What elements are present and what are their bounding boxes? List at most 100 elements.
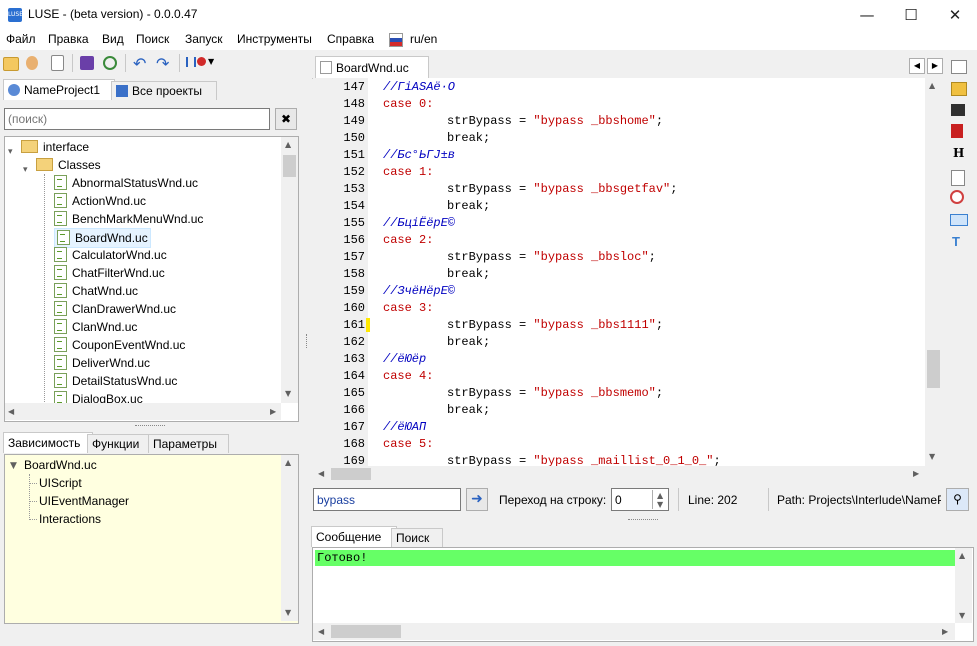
horizontal-splitter[interactable] xyxy=(135,425,165,428)
menu-edit[interactable]: Правка xyxy=(48,32,89,46)
clear-filter-icon[interactable]: ✖ xyxy=(275,108,297,130)
vertical-splitter[interactable] xyxy=(306,334,309,348)
search-input[interactable] xyxy=(4,108,270,130)
tree-file[interactable]: ClanDrawerWnd.uc xyxy=(54,300,176,318)
tab-nameproject1[interactable]: NameProject1 xyxy=(3,79,115,100)
find-next-arrow-icon[interactable]: ➜ xyxy=(466,488,488,511)
expand-icon[interactable]: ▾ xyxy=(8,143,13,161)
lightbulb-icon[interactable] xyxy=(26,56,38,70)
menu-help[interactable]: Справка xyxy=(327,32,374,46)
tree-file[interactable]: DeliverWnd.uc xyxy=(54,354,150,372)
tree-file[interactable]: ActionWnd.uc xyxy=(54,192,146,210)
menu-view[interactable]: Вид xyxy=(102,32,124,46)
search-doc-icon[interactable] xyxy=(951,170,965,186)
code-line: case 5: xyxy=(383,437,433,451)
tab-search-results[interactable]: Поиск xyxy=(391,528,443,547)
heading-icon[interactable]: H xyxy=(953,146,964,160)
line-number: 161 xyxy=(343,318,365,332)
deps-vscrollbar[interactable]: ▲ ▼ xyxy=(281,455,298,621)
expand-icon[interactable]: ▼ xyxy=(10,461,17,471)
chevron-down-icon[interactable]: ▼ xyxy=(208,57,214,66)
code-token: ; xyxy=(655,318,664,332)
code-line: //ёЮАП xyxy=(383,420,426,434)
dependency-item[interactable]: Interactions xyxy=(39,510,101,528)
code-editor[interactable]: 147 //ГіАЅАё·О 148 case 0: 149 strBypass = "b… xyxy=(313,78,941,466)
close-button[interactable]: ✕ xyxy=(933,0,977,30)
code-token: case xyxy=(383,437,420,451)
tree-hscrollbar[interactable]: ◀ ▶ xyxy=(5,403,281,420)
code-line: case 0: xyxy=(383,97,433,111)
record-icon[interactable] xyxy=(197,57,206,66)
dependency-root[interactable]: BoardWnd.uc xyxy=(24,456,97,474)
tab-boardwnd[interactable]: BoardWnd.uc xyxy=(315,56,429,79)
menu-run[interactable]: Запуск xyxy=(185,32,223,46)
dependency-item[interactable]: UIEventManager xyxy=(39,492,129,510)
folder-tool-icon[interactable] xyxy=(951,82,967,96)
pdf-icon[interactable] xyxy=(951,124,963,138)
scroll-thumb[interactable] xyxy=(331,468,371,480)
open-folder-icon[interactable] xyxy=(3,57,19,71)
redo-icon[interactable]: ↷ xyxy=(156,54,169,73)
menu-search[interactable]: Поиск xyxy=(136,32,169,46)
clock-icon[interactable] xyxy=(950,190,964,204)
scroll-thumb[interactable] xyxy=(283,155,296,177)
undo-icon[interactable]: ↶ xyxy=(133,54,146,73)
tab-functions[interactable]: Функции xyxy=(87,434,154,453)
dependency-item[interactable]: UIScript xyxy=(39,474,82,492)
horizontal-splitter[interactable] xyxy=(628,519,658,522)
text-icon[interactable]: T xyxy=(952,234,960,249)
language-flag-icon[interactable] xyxy=(389,33,403,47)
menu-file[interactable]: Файл xyxy=(6,32,36,46)
tree-vscrollbar[interactable]: ▲ ▼ xyxy=(281,137,298,403)
tab-messages[interactable]: Сообщение xyxy=(311,526,397,547)
message-hscrollbar[interactable]: ◀ ▶ xyxy=(313,623,955,640)
tree-file[interactable]: BoardWnd.uc xyxy=(54,228,151,248)
find-input[interactable] xyxy=(313,488,461,511)
window-icon[interactable] xyxy=(950,214,968,226)
expand-icon[interactable]: ▾ xyxy=(23,161,28,179)
tab-label: Функции xyxy=(92,437,140,451)
tree-label: ChatWnd.uc xyxy=(72,284,139,298)
tab-dependency[interactable]: Зависимость xyxy=(3,432,93,453)
code-line: strBypass = "bypass _bbsloc"; xyxy=(447,250,656,264)
pause-icon[interactable] xyxy=(186,57,196,67)
code-token: strBypass = xyxy=(447,454,534,466)
minimize-button[interactable]: — xyxy=(845,0,889,30)
code-vscrollbar[interactable]: ▲ ▼ xyxy=(925,78,942,466)
list-icon[interactable] xyxy=(951,60,967,74)
new-file-icon[interactable] xyxy=(51,55,64,71)
folder-icon xyxy=(36,158,53,171)
message-vscrollbar[interactable]: ▲ ▼ xyxy=(955,548,972,623)
tab-scroll-left-button[interactable]: ◀ xyxy=(909,58,925,74)
line-number: 151 xyxy=(343,148,365,162)
tree-file[interactable]: ChatWnd.uc xyxy=(54,282,138,300)
code-token: //ёЮАП xyxy=(383,420,427,434)
tree-label: BenchMarkMenuWnd.uc xyxy=(72,212,204,226)
tree-file[interactable]: CouponEventWnd.uc xyxy=(54,336,185,354)
code-token: //ГіАЅАё·О xyxy=(383,80,456,94)
tab-parameters[interactable]: Параметры xyxy=(148,434,229,453)
scroll-thumb[interactable] xyxy=(927,350,940,388)
menu-language[interactable]: ru/en xyxy=(410,32,437,46)
code-token: ; xyxy=(483,131,491,145)
tree-folder[interactable]: ▾ Classes xyxy=(23,156,101,175)
scroll-thumb[interactable] xyxy=(331,625,401,638)
tree-file[interactable]: ClanWnd.uc xyxy=(54,318,137,336)
find-icon[interactable] xyxy=(103,56,117,70)
menu-tools[interactable]: Инструменты xyxy=(237,32,312,46)
console-icon[interactable] xyxy=(951,104,965,116)
maximize-button[interactable]: ☐ xyxy=(889,0,933,30)
tab-all-projects[interactable]: Все проекты xyxy=(111,81,217,100)
save-icon[interactable] xyxy=(80,56,94,70)
tree-folder[interactable]: ▾ interface xyxy=(8,138,89,157)
tab-scroll-right-button[interactable]: ▶ xyxy=(927,58,943,74)
tree-file[interactable]: ChatFilterWnd.uc xyxy=(54,264,165,282)
line-number: 167 xyxy=(343,420,365,434)
tree-file[interactable]: AbnormalStatusWnd.uc xyxy=(54,174,198,192)
help-search-icon[interactable]: ⚲ xyxy=(946,488,969,511)
goto-line-spinner[interactable]: ▲ ▼ xyxy=(652,490,668,509)
tree-file[interactable]: DetailStatusWnd.uc xyxy=(54,372,177,390)
tree-file[interactable]: CalculatorWnd.uc xyxy=(54,246,167,264)
code-hscrollbar[interactable]: ◀ ▶ xyxy=(313,466,925,482)
tree-file[interactable]: BenchMarkMenuWnd.uc xyxy=(54,210,203,228)
